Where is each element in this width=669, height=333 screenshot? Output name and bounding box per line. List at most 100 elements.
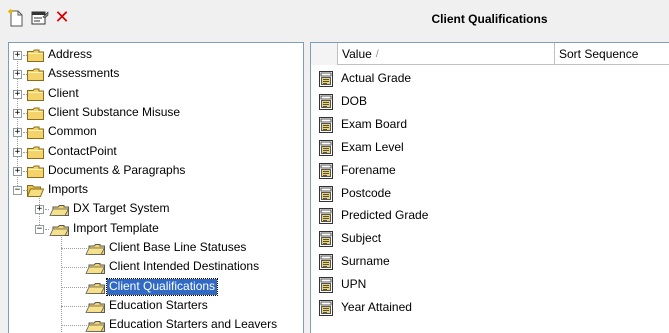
expand-icon[interactable]: + bbox=[13, 147, 22, 157]
list-row[interactable]: UPN bbox=[311, 273, 669, 296]
list-row-label: Forename bbox=[341, 162, 396, 177]
sort-sequence-column-header[interactable]: Sort Sequence bbox=[555, 43, 669, 65]
folder-icon bbox=[27, 107, 44, 120]
tree-item-label: Client bbox=[48, 85, 79, 100]
value-item-icon bbox=[319, 277, 333, 294]
table-folder-icon bbox=[85, 300, 106, 313]
list-header: Value / Sort Sequence bbox=[311, 43, 669, 65]
list-row-label: UPN bbox=[341, 277, 367, 292]
tree-item[interactable]: Client Qualifications bbox=[9, 277, 303, 297]
list-row[interactable]: Postcode bbox=[311, 182, 669, 205]
values-list[interactable]: Value / Sort Sequence Actual Grade DOB Exa… bbox=[310, 42, 669, 333]
tree-item[interactable]: + ContactPoint bbox=[9, 143, 303, 162]
tree-item-label: Common bbox=[48, 124, 97, 139]
list-row-label: Subject bbox=[341, 231, 382, 246]
table-folder-icon bbox=[85, 261, 106, 275]
tree-item-label: Client Base Line Statuses bbox=[109, 240, 247, 254]
list-row-label: Exam Board bbox=[341, 116, 408, 131]
value-item-icon bbox=[319, 231, 333, 248]
tree-item[interactable]: + Address bbox=[9, 46, 303, 65]
value-item-icon bbox=[319, 139, 333, 156]
category-tree[interactable]: + Address + Assessments + Client + Client Subst… bbox=[8, 42, 304, 333]
tree-item-label: Documents & Paragraphs bbox=[48, 162, 186, 177]
tree-item[interactable]: Education Starters bbox=[9, 297, 303, 316]
tree-item-label: Assessments bbox=[48, 66, 120, 81]
properties-icon[interactable] bbox=[30, 8, 50, 28]
folder-icon bbox=[27, 49, 44, 62]
value-item-icon bbox=[319, 185, 333, 202]
list-row-label: Exam Level bbox=[341, 139, 404, 154]
delete-icon[interactable]: ✕ bbox=[52, 8, 72, 28]
list-row[interactable]: DOB bbox=[311, 90, 669, 113]
table-folder-icon bbox=[85, 281, 106, 294]
folder-icon bbox=[27, 146, 44, 159]
tree-item-label: Address bbox=[48, 47, 93, 61]
tree-item-label: DX Target System bbox=[73, 201, 170, 216]
list-row-label: Predicted Grade bbox=[341, 208, 429, 223]
tree-item-label: Client Qualifications bbox=[105, 277, 219, 296]
new-document-icon[interactable] bbox=[6, 8, 26, 28]
expand-icon[interactable]: + bbox=[13, 128, 22, 138]
folder-icon bbox=[27, 165, 44, 178]
expand-icon[interactable]: + bbox=[13, 166, 22, 176]
list-row-label: Year Attained bbox=[341, 300, 412, 314]
folder-icon bbox=[27, 88, 44, 101]
tree-item[interactable]: Client Intended Destinations bbox=[9, 258, 303, 277]
list-row-label: Surname bbox=[341, 254, 390, 269]
tree-item[interactable]: − Import Template bbox=[9, 220, 303, 239]
panel-title-bar: Client Qualifications bbox=[310, 0, 669, 38]
value-item-icon bbox=[319, 116, 333, 133]
list-row-label: DOB bbox=[341, 93, 368, 108]
expand-icon[interactable]: + bbox=[13, 70, 22, 80]
sort-sequence-column-label: Sort Sequence bbox=[559, 47, 639, 61]
tree-item-label: Import Template bbox=[73, 220, 159, 235]
folder-icon bbox=[27, 126, 44, 140]
value-item-icon bbox=[319, 254, 333, 271]
expand-icon[interactable]: + bbox=[35, 205, 44, 215]
collapse-icon[interactable]: − bbox=[13, 186, 22, 196]
tree-item[interactable]: − Imports bbox=[9, 181, 303, 200]
tree-item[interactable]: + Assessments bbox=[9, 65, 303, 84]
list-row[interactable]: Subject bbox=[311, 227, 669, 250]
list-row[interactable]: Forename bbox=[311, 159, 669, 182]
expand-icon[interactable]: + bbox=[13, 108, 22, 118]
list-row[interactable]: Predicted Grade bbox=[311, 204, 669, 227]
table-folder-icon bbox=[85, 319, 106, 333]
header-icon-column bbox=[311, 43, 338, 65]
tree-item-label: Education Starters and Leavers bbox=[109, 317, 278, 332]
tree-item[interactable]: + Common bbox=[9, 123, 303, 142]
tree-item-label: ContactPoint bbox=[48, 143, 117, 158]
list-row[interactable]: Exam Level bbox=[311, 136, 669, 159]
folder-icon bbox=[27, 68, 44, 82]
toolbar: ✕ bbox=[0, 0, 310, 38]
panel-title: Client Qualifications bbox=[431, 12, 548, 26]
sort-indicator-icon: / bbox=[375, 48, 379, 60]
value-column-header[interactable]: Value / bbox=[338, 43, 555, 65]
tree-item-label: Client Substance Misuse bbox=[48, 104, 181, 119]
value-item-icon bbox=[319, 208, 333, 225]
open-folder-icon bbox=[26, 184, 45, 198]
tree-item[interactable]: + Documents & Paragraphs bbox=[9, 162, 303, 181]
value-item-icon bbox=[319, 93, 333, 110]
list-row[interactable]: Surname bbox=[311, 250, 669, 273]
tree-item[interactable]: + Client Substance Misuse bbox=[9, 104, 303, 123]
expand-icon[interactable]: + bbox=[13, 89, 22, 99]
collapse-icon[interactable]: − bbox=[35, 224, 44, 234]
list-row-label: Actual Grade bbox=[341, 71, 412, 85]
list-row-label: Postcode bbox=[341, 185, 392, 200]
list-row[interactable]: Year Attained bbox=[311, 296, 669, 319]
table-folder-icon bbox=[49, 223, 70, 236]
tree-item-label: Client Intended Destinations bbox=[109, 259, 260, 274]
table-folder-icon bbox=[85, 242, 106, 255]
value-item-icon bbox=[319, 300, 333, 316]
tree-item[interactable]: Client Base Line Statuses bbox=[9, 239, 303, 258]
value-column-label: Value bbox=[342, 47, 372, 61]
value-item-icon bbox=[319, 71, 333, 87]
list-row[interactable]: Actual Grade bbox=[311, 67, 669, 90]
tree-item[interactable]: Education Starters and Leavers bbox=[9, 316, 303, 333]
tree-item[interactable]: + Client bbox=[9, 85, 303, 104]
list-row[interactable]: Exam Board bbox=[311, 113, 669, 136]
tree-item[interactable]: + DX Target System bbox=[9, 200, 303, 219]
expand-icon[interactable]: + bbox=[13, 51, 22, 60]
tree-item-label: Imports bbox=[48, 182, 89, 197]
